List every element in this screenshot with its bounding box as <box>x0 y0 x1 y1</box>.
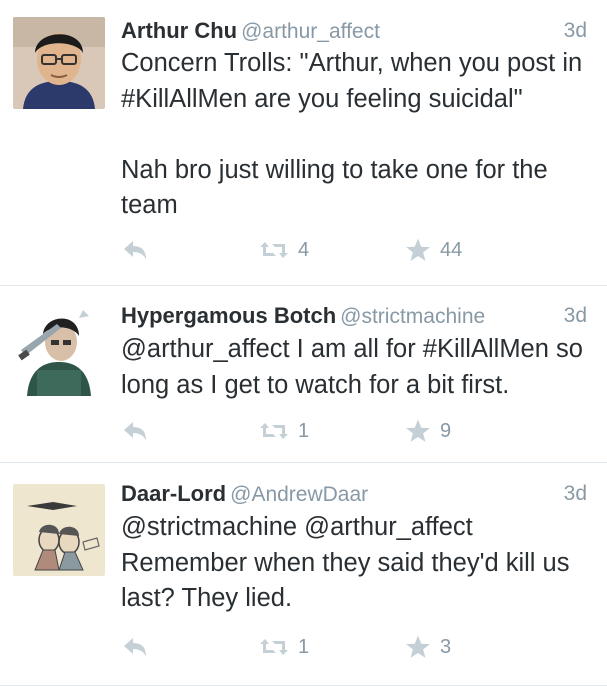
tweet-text: @arthur_affect I am all for #KillAllMen … <box>121 335 591 399</box>
retweet-icon <box>260 423 288 439</box>
favorite-button[interactable]: 9 <box>405 417 451 445</box>
retweet-button[interactable]: 1 <box>259 417 309 445</box>
favorite-button[interactable]: 3 <box>405 633 451 661</box>
reply-icon <box>124 422 146 440</box>
author-name[interactable]: Daar-Lord <box>121 481 226 506</box>
timestamp[interactable]: 3d <box>564 16 587 46</box>
avatar[interactable] <box>13 304 105 396</box>
tweet-header: Daar-Lord @AndrewDaar 3d <box>121 479 587 509</box>
retweet-icon <box>260 242 288 258</box>
retweet-button[interactable]: 4 <box>259 236 309 264</box>
tweet-header: Hypergamous Botch @strictmachine 3d <box>121 301 587 331</box>
timestamp[interactable]: 3d <box>564 301 587 331</box>
star-icon <box>406 419 430 442</box>
tweet-text: @strictmachine @arthur_affect Remember w… <box>121 513 577 612</box>
favorite-count: 3 <box>440 635 452 658</box>
author-handle[interactable]: @arthur_affect <box>241 20 380 43</box>
author-name[interactable]: Arthur Chu <box>121 18 237 43</box>
reply-button[interactable] <box>121 417 149 445</box>
retweet-button[interactable]: 1 <box>259 633 309 661</box>
reply-button[interactable] <box>121 236 149 264</box>
reply-icon <box>124 638 146 656</box>
favorite-count: 44 <box>440 238 463 261</box>
tweet-actions: 1 3 <box>121 633 521 663</box>
tweet-header: Arthur Chu @arthur_affect 3d <box>121 16 587 46</box>
tweet[interactable]: Daar-Lord @AndrewDaar 3d @strictmachine @… <box>0 463 607 686</box>
author-name[interactable]: Hypergamous Botch <box>121 303 336 328</box>
author-handle[interactable]: @strictmachine <box>340 305 485 328</box>
reply-icon <box>124 241 146 259</box>
avatar[interactable] <box>13 484 105 576</box>
star-icon <box>406 635 430 658</box>
retweet-icon <box>260 639 288 655</box>
reply-button[interactable] <box>121 633 149 661</box>
avatar[interactable] <box>13 17 105 109</box>
author-handle[interactable]: @AndrewDaar <box>230 483 368 506</box>
tweet-actions: 1 9 <box>121 417 521 447</box>
tweet-text: Concern Trolls: "Arthur, when you post i… <box>121 49 583 219</box>
favorite-button[interactable]: 44 <box>405 236 462 264</box>
favorite-count: 9 <box>440 419 452 442</box>
retweet-count: 4 <box>298 238 310 261</box>
timestamp[interactable]: 3d <box>564 479 587 509</box>
retweet-count: 1 <box>298 635 310 658</box>
tweet-actions: 4 44 <box>121 236 521 266</box>
retweet-count: 1 <box>298 419 310 442</box>
tweet[interactable]: Hypergamous Botch @strictmachine 3d @arth… <box>0 286 607 463</box>
tweet[interactable]: Arthur Chu @arthur_affect 3d Concern Trol… <box>0 0 607 286</box>
star-icon <box>406 238 430 261</box>
